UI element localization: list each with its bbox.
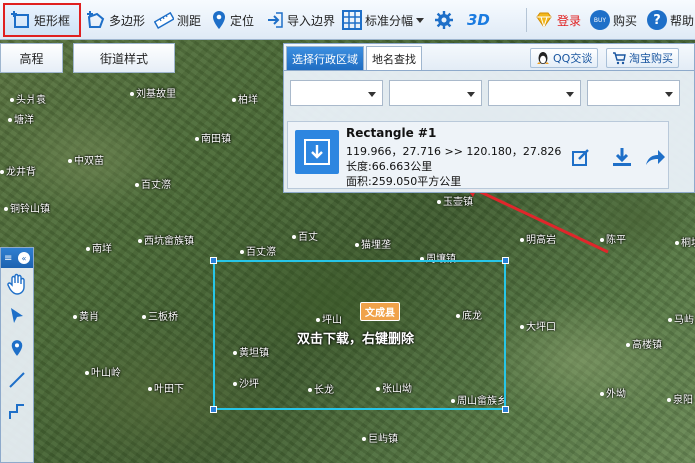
town-select[interactable] [587, 80, 680, 106]
locate-button[interactable]: 定位 [211, 7, 254, 33]
import-boundary-label: 导入边界 [287, 13, 336, 28]
qq-penguin-icon [537, 52, 549, 64]
polyline-icon [9, 404, 24, 419]
diamond-icon [536, 12, 552, 29]
grid-division-label: 标准分幅 [365, 13, 414, 28]
taobao-buy-label: 淘宝购买 [629, 52, 673, 65]
city-select[interactable] [389, 80, 482, 106]
province-select[interactable] [290, 80, 383, 106]
download-icon[interactable] [611, 146, 633, 168]
3d-button[interactable]: 3D [467, 7, 490, 33]
select-tool[interactable] [1, 300, 33, 332]
help-button[interactable]: ? 帮助 [647, 7, 694, 33]
polygon-tool-label: 多边形 [109, 13, 146, 28]
polygon-tool-button[interactable]: 多边形 [86, 7, 145, 33]
card-title: Rectangle #1 [346, 126, 437, 140]
taobao-buy-button[interactable]: 淘宝购买 [606, 48, 679, 68]
measure-tool-button[interactable]: 测距 [154, 7, 201, 33]
line-icon [9, 372, 25, 388]
rectangle-info-card: Rectangle #1 119.966，27.716 >> 120.180，2… [287, 121, 669, 189]
ruler-icon [154, 11, 174, 29]
pan-tool[interactable] [1, 268, 33, 300]
login-label: 登录 [557, 13, 582, 28]
location-pin-icon [213, 11, 225, 29]
download-thumbnail[interactable] [295, 130, 339, 174]
panel-grip: ≡ [4, 252, 13, 264]
login-button[interactable]: 登录 [534, 7, 581, 33]
left-tool-panel: ≡ « [0, 247, 34, 463]
collapse-icon[interactable]: « [18, 252, 30, 264]
rectangle-tool-button[interactable]: 矩形框 [3, 3, 81, 37]
gear-icon [435, 11, 453, 29]
qq-chat-button[interactable]: QQ交谈 [530, 48, 599, 68]
buy-label: 购买 [613, 13, 638, 28]
chevron-down-icon [416, 18, 425, 23]
buy-button[interactable]: BUY 购买 [590, 7, 637, 33]
card-coords: 119.966，27.716 >> 120.180，27.826 [346, 145, 562, 158]
toolbar: 矩形框 多边形 测距 定位 导入边界 标准分幅 3D 登录 BUY 购买 ? 帮… [0, 0, 695, 40]
edit-icon[interactable] [571, 147, 591, 167]
measure-tool-label: 测距 [177, 13, 202, 28]
help-icon: ? [647, 10, 667, 30]
tab-place-search[interactable]: 地名查找 [366, 46, 422, 70]
share-icon[interactable] [644, 147, 666, 167]
settings-button[interactable] [434, 7, 454, 33]
grid-icon [342, 10, 362, 30]
county-select[interactable] [488, 80, 581, 106]
polyline-tool[interactable] [1, 396, 33, 428]
cursor-icon [11, 308, 23, 323]
marker-tool[interactable] [1, 332, 33, 364]
locate-label: 定位 [230, 13, 255, 28]
rectangle-tool-label: 矩形框 [34, 13, 71, 28]
rectangle-icon [11, 11, 29, 28]
line-tool[interactable] [1, 364, 33, 396]
download-box-icon [304, 139, 330, 165]
toolbar-divider [526, 8, 527, 32]
region-selectors [290, 80, 680, 106]
elevation-tab[interactable]: 高程 [0, 43, 63, 73]
card-length: 长度:66.663公里 [346, 160, 433, 173]
hand-icon [7, 273, 25, 295]
location-pin-icon [11, 340, 23, 356]
buy-icon: BUY [590, 10, 610, 30]
region-tabs: 选择行政区域 地名查找 QQ交谈 淘宝购买 [284, 44, 694, 71]
polygon-icon [87, 11, 105, 28]
grid-division-button[interactable]: 标准分幅 [342, 7, 425, 33]
qq-chat-label: QQ交谈 [553, 52, 593, 65]
left-panel-header: ≡ « [1, 248, 33, 268]
street-style-tab[interactable]: 街道样式 [73, 43, 175, 73]
tab-select-region[interactable]: 选择行政区域 [286, 46, 364, 70]
card-area: 面积:259.050平方公里 [346, 175, 462, 188]
help-label: 帮助 [670, 13, 695, 28]
import-boundary-button[interactable]: 导入边界 [266, 7, 335, 33]
cart-icon [613, 52, 626, 65]
import-icon [268, 12, 283, 28]
